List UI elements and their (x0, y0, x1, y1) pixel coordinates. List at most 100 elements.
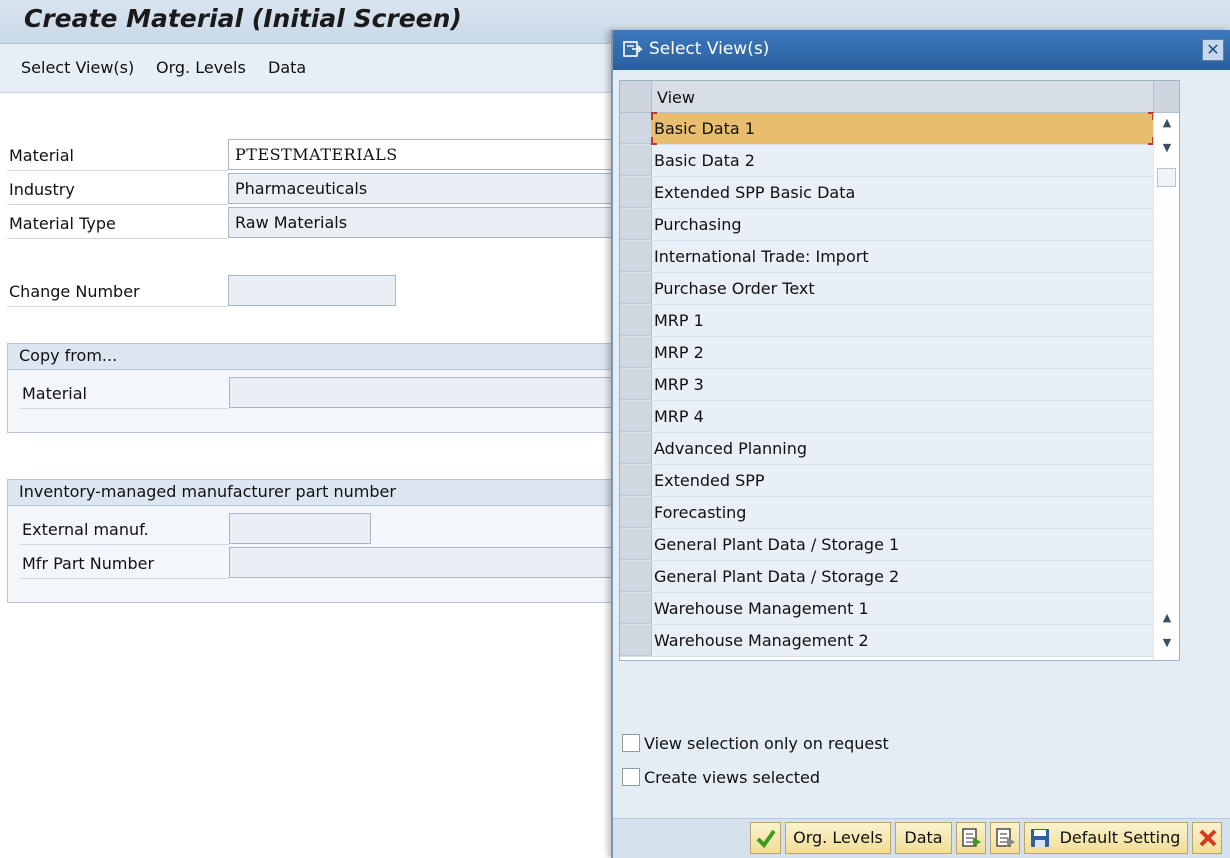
view-name: Purchasing (654, 215, 742, 234)
row-selector[interactable] (620, 433, 652, 464)
table-row[interactable]: MRP 4 (620, 401, 1153, 433)
table-row[interactable]: Advanced Planning (620, 433, 1153, 465)
table-header: View (620, 81, 1179, 113)
view-name: Warehouse Management 2 (654, 631, 869, 650)
vertical-scrollbar[interactable]: ▲ ▼ ▲ ▼ (1153, 113, 1179, 660)
scroll-up-icon[interactable]: ▲ (1160, 116, 1174, 130)
material-field[interactable]: PTESTMATERIALS (228, 139, 628, 170)
deselect-all-button[interactable] (990, 822, 1020, 854)
material-type-field[interactable]: Raw Materials (228, 207, 628, 238)
view-name: Forecasting (654, 503, 747, 522)
divider (20, 408, 229, 409)
dialog-window-icon (623, 41, 643, 57)
dialog-title-bar: Select View(s) ✕ (613, 30, 1230, 70)
mfr-part-number-field[interactable] (229, 547, 628, 578)
group-header: Copy from... (8, 344, 626, 370)
row-selector[interactable] (620, 273, 652, 304)
divider (20, 578, 229, 579)
dialog-close-button[interactable]: ✕ (1202, 39, 1224, 61)
confirm-button[interactable] (750, 822, 781, 854)
divider (7, 238, 228, 239)
row-selector[interactable] (620, 209, 652, 240)
row-selector[interactable] (620, 145, 652, 176)
external-manuf-label: External manuf. (22, 520, 149, 539)
view-name: Basic Data 1 (654, 119, 755, 138)
checkmark-icon (756, 829, 776, 849)
copy-material-field[interactable] (229, 377, 628, 408)
scroll-down-icon[interactable]: ▼ (1160, 141, 1174, 155)
select-all-button[interactable] (956, 822, 986, 854)
divider (7, 204, 228, 205)
view-name: Extended SPP Basic Data (654, 183, 856, 202)
row-selector[interactable] (620, 497, 652, 528)
inventory-group-title: Inventory-managed manufacturer part numb… (19, 482, 396, 501)
table-row[interactable]: Extended SPP (620, 465, 1153, 497)
create-views-selected-checkbox[interactable] (622, 768, 640, 786)
row-selector[interactable] (620, 465, 652, 496)
material-label: Material (9, 146, 74, 165)
row-selector[interactable] (620, 369, 652, 400)
row-selector[interactable] (620, 529, 652, 560)
view-name: MRP 2 (654, 343, 704, 362)
data-button[interactable]: Data (895, 822, 952, 854)
table-row[interactable]: Purchase Order Text (620, 273, 1153, 305)
views-table: View Basic Data 1 Basic Data 2 Extended SP… (619, 80, 1180, 661)
select-all-corner[interactable] (620, 81, 652, 112)
row-selector[interactable] (620, 241, 652, 272)
table-row[interactable]: Purchasing (620, 209, 1153, 241)
menu-data[interactable]: Data (268, 58, 306, 77)
material-type-label: Material Type (9, 214, 116, 233)
scroll-page-up-icon[interactable]: ▲ (1160, 611, 1174, 625)
row-selector[interactable] (620, 177, 652, 208)
row-selector[interactable] (620, 337, 652, 368)
external-manuf-field[interactable] (229, 513, 371, 544)
select-views-dialog: Select View(s) ✕ View Basic Data 1 Basic … (611, 30, 1230, 858)
scroll-page-down-icon[interactable]: ▼ (1160, 636, 1174, 650)
view-name: Basic Data 2 (654, 151, 755, 170)
table-row[interactable]: MRP 2 (620, 337, 1153, 369)
cancel-button[interactable] (1192, 822, 1222, 854)
save-icon (1031, 829, 1049, 847)
row-selector[interactable] (620, 625, 652, 656)
menu-select-views[interactable]: Select View(s) (21, 58, 134, 77)
divider (7, 170, 228, 171)
row-selector[interactable] (620, 401, 652, 432)
table-row[interactable]: Forecasting (620, 497, 1153, 529)
industry-label: Industry (9, 180, 75, 199)
table-row[interactable]: Basic Data 2 (620, 145, 1153, 177)
divider (20, 544, 229, 545)
table-row[interactable]: Basic Data 1 (620, 112, 1154, 145)
table-row[interactable]: International Trade: Import (620, 241, 1153, 273)
cancel-x-icon (1199, 829, 1217, 847)
table-row[interactable]: Warehouse Management 2 (620, 625, 1153, 657)
page-title: Create Material (Initial Screen) (24, 4, 462, 33)
industry-field[interactable]: Pharmaceuticals (228, 173, 628, 204)
menu-org-levels[interactable]: Org. Levels (156, 58, 246, 77)
table-row[interactable]: MRP 1 (620, 305, 1153, 337)
view-name: MRP 3 (654, 375, 704, 394)
change-number-label: Change Number (9, 282, 140, 301)
mfr-part-number-label: Mfr Part Number (22, 554, 155, 573)
row-selector[interactable] (620, 305, 652, 336)
scroll-thumb[interactable] (1157, 168, 1176, 187)
copy-material-label: Material (22, 384, 87, 403)
row-selector[interactable] (620, 593, 652, 624)
column-settings-corner (1153, 81, 1179, 112)
view-name: Advanced Planning (654, 439, 808, 458)
row-selector[interactable] (620, 561, 652, 592)
copy-from-group: Copy from... Material (7, 343, 628, 433)
view-on-request-checkbox[interactable] (622, 734, 640, 752)
table-row[interactable]: General Plant Data / Storage 2 (620, 561, 1153, 593)
table-row[interactable]: General Plant Data / Storage 1 (620, 529, 1153, 561)
select-all-icon (962, 828, 981, 847)
table-row[interactable]: MRP 3 (620, 369, 1153, 401)
row-selector[interactable] (620, 113, 652, 144)
default-setting-button[interactable]: Default Setting (1024, 822, 1188, 854)
table-row[interactable]: Warehouse Management 1 (620, 593, 1153, 625)
change-number-field[interactable] (228, 275, 396, 306)
org-levels-button[interactable]: Org. Levels (785, 822, 891, 854)
view-name: Warehouse Management 1 (654, 599, 869, 618)
copy-from-title: Copy from... (19, 346, 118, 365)
table-row[interactable]: Extended SPP Basic Data (620, 177, 1153, 209)
column-header-view: View (657, 88, 695, 107)
